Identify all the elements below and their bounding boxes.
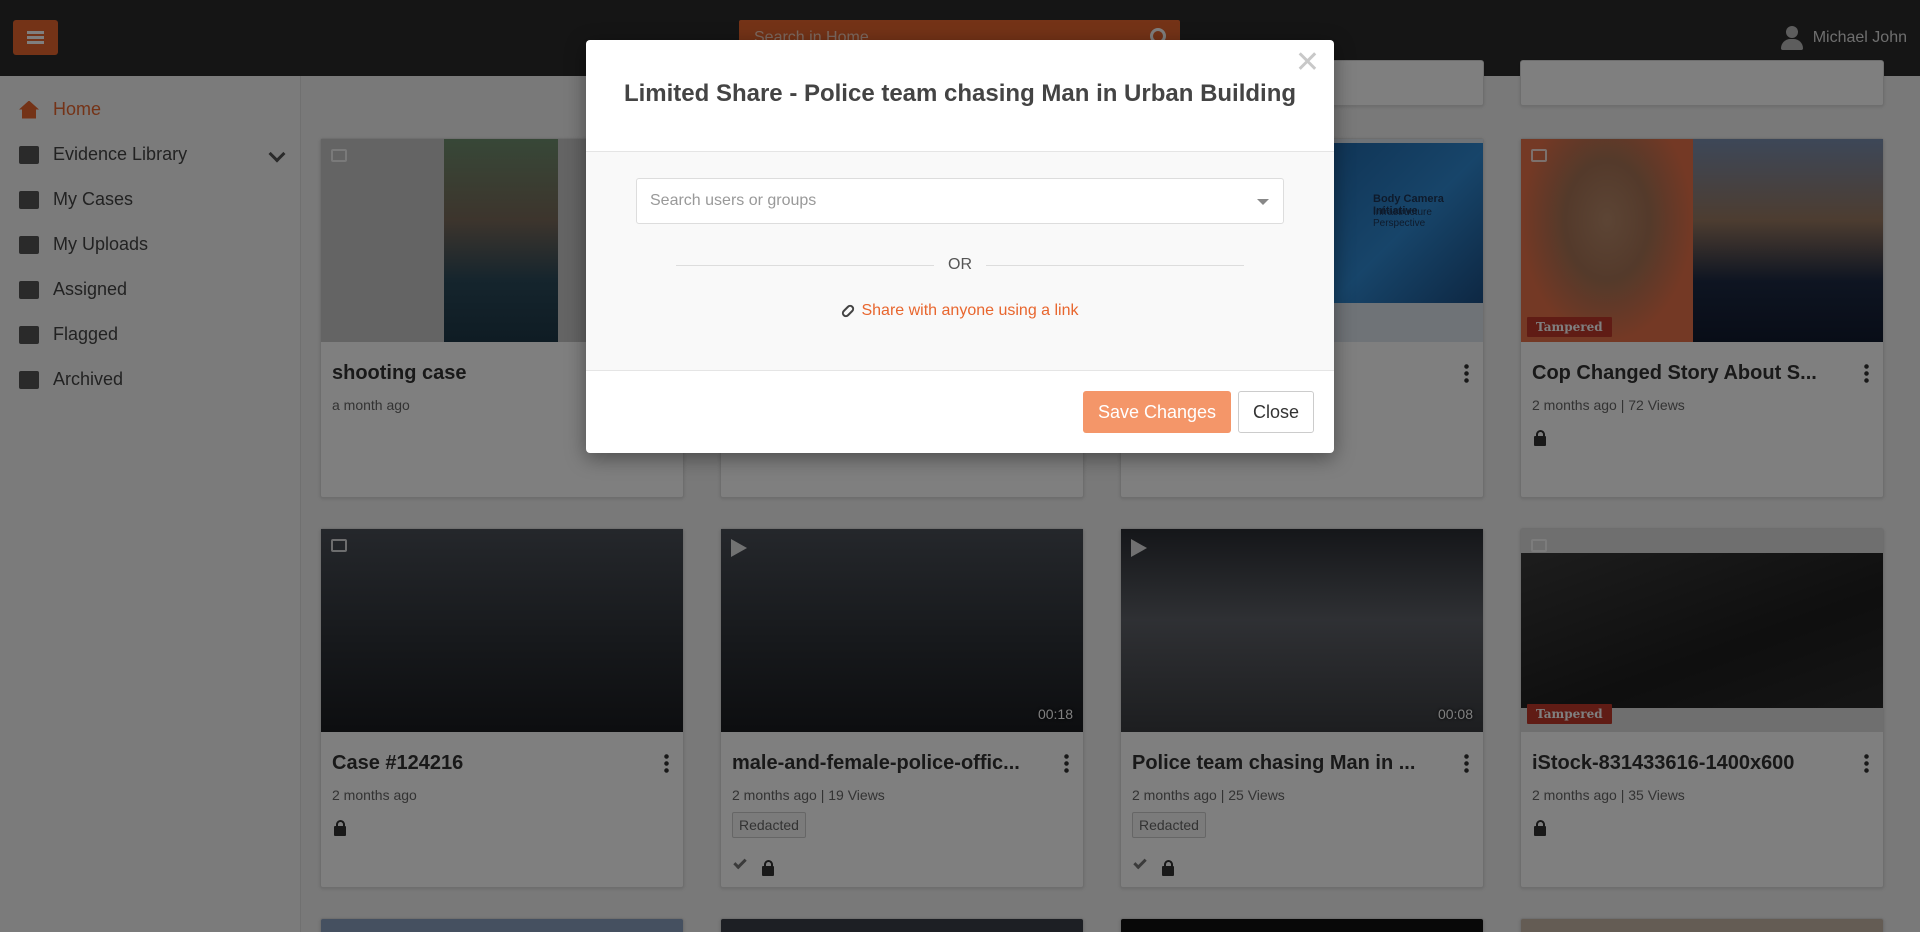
select-placeholder: Search users or groups — [650, 192, 817, 209]
close-icon[interactable]: ✕ — [1295, 48, 1320, 78]
close-button[interactable]: Close — [1238, 391, 1314, 433]
modal-title: Limited Share - Police team chasing Man … — [623, 80, 1297, 107]
save-changes-button[interactable]: Save Changes — [1083, 391, 1231, 433]
modal-header: ✕ Limited Share - Police team chasing Ma… — [586, 40, 1334, 152]
share-link-label[interactable]: Share with anyone using a link — [861, 302, 1078, 319]
link-icon — [840, 302, 857, 319]
or-divider: OR — [676, 256, 1244, 274]
share-modal: ✕ Limited Share - Police team chasing Ma… — [586, 40, 1334, 453]
share-link[interactable]: Share with anyone using a link — [586, 302, 1334, 320]
or-label: OR — [948, 256, 972, 273]
users-groups-select[interactable]: Search users or groups — [636, 178, 1284, 224]
chevron-down-icon — [1257, 199, 1269, 205]
modal-body: Search users or groups OR Share with any… — [586, 152, 1334, 371]
